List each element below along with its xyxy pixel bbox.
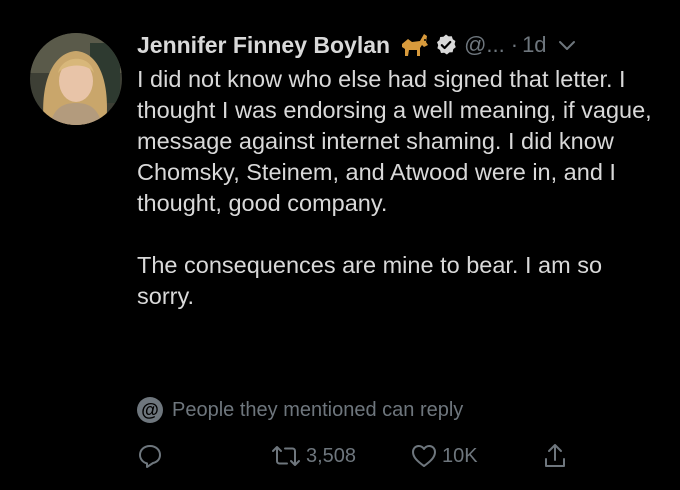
chevron-down-icon[interactable]	[557, 35, 577, 55]
at-sign-icon: @	[137, 397, 163, 423]
avatar[interactable]	[30, 33, 122, 125]
tweet-paragraph: The consequences are mine to bear. I am …	[137, 252, 603, 309]
reply-restriction-notice: @ People they mentioned can reply	[137, 394, 463, 426]
author-handle[interactable]: @...	[464, 32, 505, 58]
reply-restriction-text: People they mentioned can reply	[172, 398, 464, 421]
share-icon	[545, 444, 565, 467]
author-name[interactable]: Jennifer Finney Boylan	[137, 32, 390, 59]
timestamp[interactable]: 1d	[522, 32, 546, 58]
separator-dot: ·	[510, 32, 519, 57]
share-button[interactable]	[542, 436, 568, 476]
tweet-body: I did not know who else had signed that …	[137, 64, 662, 312]
like-count: 10K	[442, 444, 478, 467]
tweet[interactable]: Jennifer Finney Boylan @... · 1d I did n…	[0, 0, 680, 490]
heart-icon	[412, 445, 436, 467]
retweet-icon	[272, 446, 300, 466]
retweet-button[interactable]: 3,508	[270, 436, 356, 476]
reply-icon	[139, 445, 161, 468]
reply-button[interactable]	[137, 436, 163, 476]
retweet-count: 3,508	[306, 444, 357, 467]
tweet-header: Jennifer Finney Boylan @... · 1d	[137, 28, 667, 62]
verified-icon	[437, 34, 456, 55]
tweet-paragraph: I did not know who else had signed that …	[137, 66, 652, 216]
like-button[interactable]: 10K	[410, 436, 478, 476]
tweet-actions: 3,508 10K	[137, 436, 657, 476]
dog-emoji	[402, 34, 429, 56]
